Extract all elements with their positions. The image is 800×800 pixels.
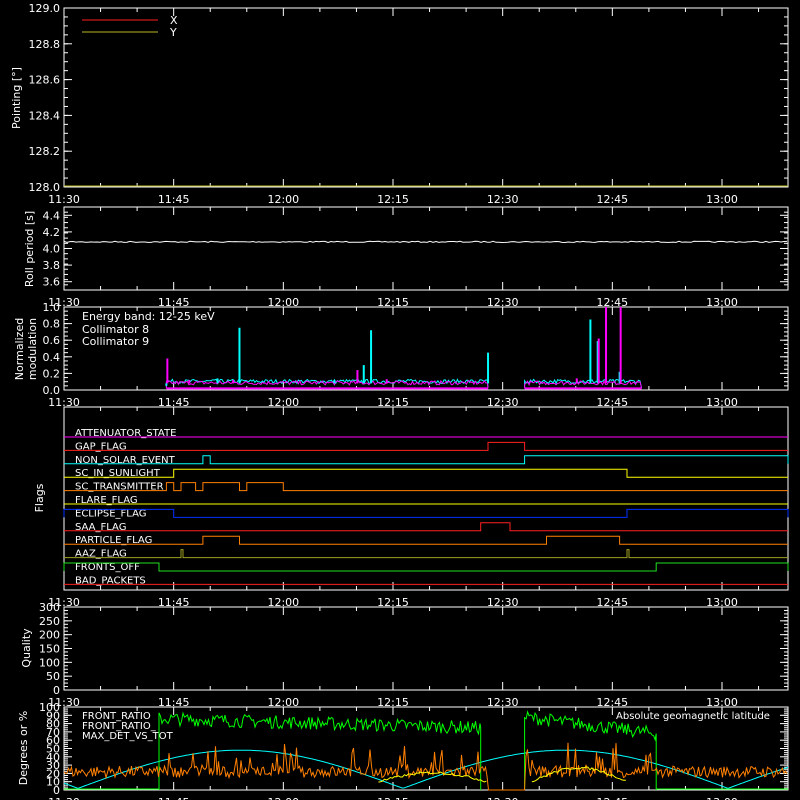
front-ratio-yellow-line <box>378 771 487 783</box>
y-tick-label: 4.4 <box>43 209 61 222</box>
max-det-vs-tot-line <box>63 742 788 791</box>
panel-frame <box>63 206 789 291</box>
roll-period-line <box>63 240 788 244</box>
flag-saa-flag-line <box>64 522 788 532</box>
y-tick-label: 250 <box>39 615 60 628</box>
y-tick-label: 150 <box>39 643 60 656</box>
legend-label-y: Y <box>169 26 177 39</box>
time-tick-label: 12:00 <box>267 193 299 206</box>
time-tick-label: 11:45 <box>158 193 190 206</box>
ylabel-degrees: Degrees or % <box>17 711 30 785</box>
y-tick-label: 129.0 <box>29 2 61 15</box>
legend-label-max-det-vs-tot: MAX_DET_VS_TOT <box>82 731 174 742</box>
legend-label-collimator-9: Collimator 9 <box>82 335 149 348</box>
y-tick-label: 0.6 <box>43 334 61 347</box>
time-tick-label: 12:00 <box>267 796 299 800</box>
y-tick-label: 128.0 <box>29 181 61 194</box>
y-tick-label: 200 <box>39 629 60 642</box>
y-tick-label: 128.6 <box>29 74 61 87</box>
legend-label-geomagnetic-latitude: Absolute geomagnetic latitude <box>616 711 770 722</box>
y-tick-label: 128.8 <box>29 38 61 51</box>
time-tick-label: 12:15 <box>377 796 409 800</box>
y-tick-label: 100 <box>39 701 60 714</box>
panel-frame <box>63 606 789 691</box>
y-tick-label: 0.0 <box>43 384 61 397</box>
time-tick-label: 12:30 <box>487 193 519 206</box>
y-tick-label: 1.0 <box>43 301 61 314</box>
flag-fronts-off-label: FRONTS_OFF <box>75 562 140 573</box>
modulation-annotation: Energy band: 12-25 keV <box>82 310 215 323</box>
y-tick-label: 300 <box>39 601 60 614</box>
time-tick-label: 13:00 <box>706 193 738 206</box>
y-tick-label: 128.4 <box>29 109 61 122</box>
flag-particle-flag-line <box>64 535 788 545</box>
flag-aaz-flag-line <box>64 549 788 559</box>
flag-fronts-off-line <box>63 562 789 572</box>
y-tick-label: 3.6 <box>43 276 61 289</box>
modulation-band-c9 <box>165 379 489 389</box>
y-tick-label: 0.8 <box>43 318 61 331</box>
ylabel-pointing: Pointing [°] <box>10 67 23 129</box>
ylabel-modulation-line2: modulation <box>26 318 39 380</box>
y-tick-label: 3.8 <box>43 259 61 272</box>
ylabel-quality: Quality <box>20 628 33 668</box>
time-tick-label: 13:00 <box>706 796 738 800</box>
ylabel-flags: Flags <box>33 483 46 512</box>
time-tick-label: 12:45 <box>596 796 628 800</box>
flag-sc-transmitter-line <box>64 482 788 492</box>
front-ratio-green-line <box>158 711 482 790</box>
flag-gap-flag-line <box>64 441 788 451</box>
ylabel-modulation-line1: Normalized <box>13 318 26 380</box>
flag-sc-in-sunlight-line <box>64 468 788 478</box>
time-tick-label: 11:45 <box>158 796 190 800</box>
flag-eclipse-flag-label: ECLIPSE_FLAG <box>75 508 146 519</box>
time-tick-label: 12:45 <box>596 193 628 206</box>
y-tick-label: 0.2 <box>43 367 61 380</box>
y-tick-label: 0.4 <box>43 351 61 364</box>
y-tick-label: 4.0 <box>43 243 61 256</box>
y-tick-label: 50 <box>46 670 60 683</box>
y-tick-label: 100 <box>39 656 60 669</box>
y-tick-label: 128.2 <box>29 145 61 158</box>
time-tick-label: 12:15 <box>377 193 409 206</box>
y-tick-label: 4.2 <box>43 226 61 239</box>
ylabel-roll-period: Roll period [s] <box>23 211 36 287</box>
time-tick-label: 11:30 <box>48 193 80 206</box>
y-tick-label: 0 <box>53 684 60 697</box>
figure: 11:30 11:45 12:00 12:15 12:30 12:45 13:00 128.0… <box>10 2 789 800</box>
flag-eclipse-flag-line <box>63 508 789 518</box>
time-tick-label: 12:30 <box>487 796 519 800</box>
